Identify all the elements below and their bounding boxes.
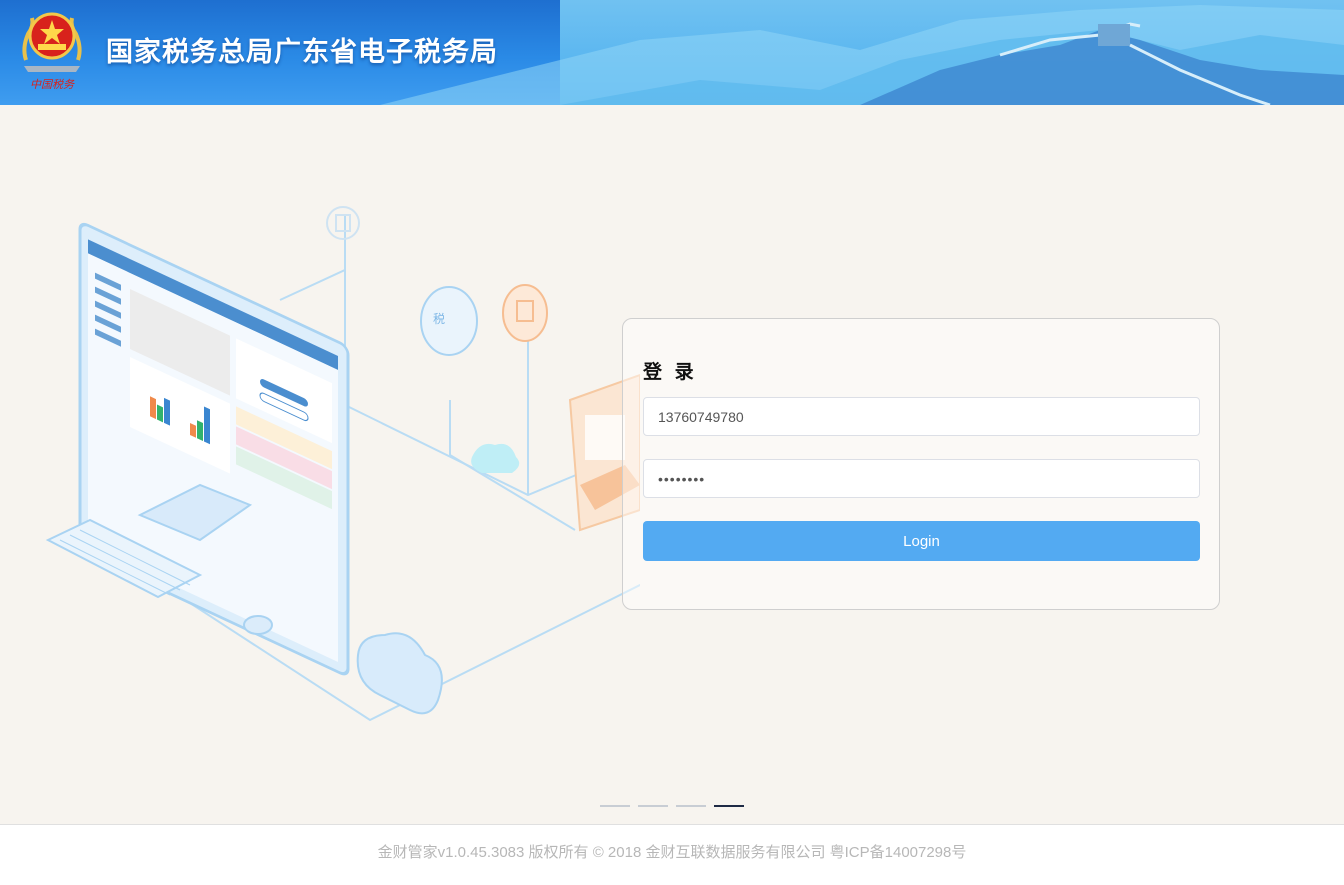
page-footer: 金财管家v1.0.45.3083 版权所有 © 2018 金财互联数据服务有限公… [0,824,1344,885]
tax-emblem-logo: 中国税务 [18,8,86,92]
login-title: 登 录 [643,361,697,383]
computer-illustration: 税 [45,206,640,722]
login-card: 登 录 Login [622,318,1220,610]
carousel-dot-3[interactable] [676,805,706,807]
carousel-dot-1[interactable] [600,805,630,807]
svg-text:税: 税 [433,312,445,326]
username-input[interactable] [643,397,1200,436]
carousel-dot-4[interactable] [714,805,744,807]
emblem-caption: 中国税务 [30,78,75,91]
copyright-text: 金财管家v1.0.45.3083 版权所有 © 2018 金财互联数据服务有限公… [377,844,967,861]
carousel-dot-2[interactable] [638,805,668,807]
site-title: 国家税务总局广东省电子税务局 [106,37,498,68]
site-header: 中国税务 国家税务总局广东省电子税务局 [0,0,1344,105]
password-input[interactable] [643,459,1200,498]
login-button[interactable]: Login [643,521,1200,561]
